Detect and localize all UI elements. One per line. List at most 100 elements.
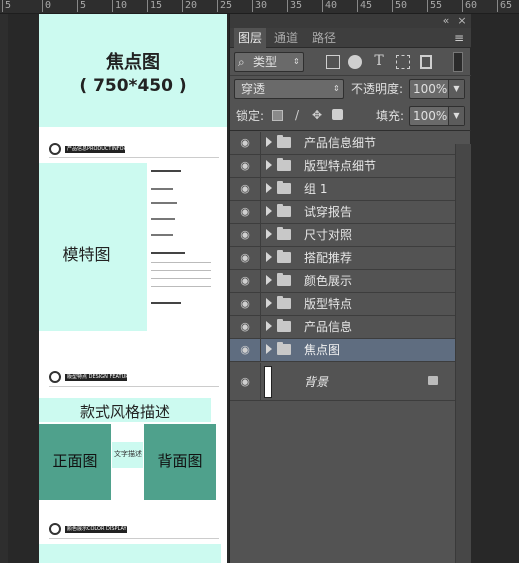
folder-icon	[277, 342, 291, 355]
section-header-text: 版型特点 DESIGN FEATURES	[67, 374, 136, 380]
layer-filter-select[interactable]: ⌕ 类型 ⇕	[234, 52, 304, 72]
layer-name: 试穿报告	[304, 205, 353, 219]
focus-size: ( 750*450 )	[79, 76, 187, 96]
ruler-tick: 5	[2, 0, 11, 12]
layer-name: 产品信息细节	[304, 136, 377, 150]
lock-icon	[428, 376, 438, 385]
adjust-filter-icon[interactable]	[348, 55, 362, 69]
eye-icon[interactable]: ◉	[238, 343, 252, 357]
tab-channels[interactable]: 通道	[270, 28, 302, 48]
layer-row-selected[interactable]: ◉ 焦点图	[230, 339, 455, 362]
expand-triangle-icon[interactable]	[266, 298, 272, 308]
ruler-tick: 15	[147, 0, 162, 12]
close-icon[interactable]: ×	[456, 14, 468, 28]
chevron-down-icon[interactable]: ▼	[448, 80, 464, 98]
color-display-placeholder	[39, 544, 221, 563]
layer-row[interactable]: ◉ 产品信息细节	[230, 132, 455, 155]
background-layer-row[interactable]: ◉ 背景	[230, 363, 455, 401]
eye-icon[interactable]: ◉	[238, 205, 252, 219]
horizontal-ruler: 5 0 5 10 15 20 25 30 35 40 45 50 55 60 6…	[0, 0, 519, 14]
eye-icon[interactable]: ◉	[238, 297, 252, 311]
folder-icon	[277, 135, 291, 148]
panel-tabs: 图层 通道 路径 ≡	[230, 28, 471, 48]
updown-arrows-icon: ⇕	[293, 57, 300, 66]
folder-icon	[277, 158, 291, 171]
layer-row[interactable]: ◉ 产品信息	[230, 316, 455, 339]
expand-triangle-icon[interactable]	[266, 206, 272, 216]
expand-triangle-icon[interactable]	[266, 344, 272, 354]
layer-row[interactable]: ◉ 颜色展示	[230, 270, 455, 293]
layer-name: 组 1	[304, 182, 328, 196]
expand-triangle-icon[interactable]	[266, 160, 272, 170]
eye-icon[interactable]: ◉	[238, 375, 252, 389]
image-filter-icon[interactable]	[326, 55, 340, 69]
ruler-tick: 65	[497, 0, 512, 12]
layer-row[interactable]: ◉ 组 1	[230, 178, 455, 201]
ruler-tick: 10	[112, 0, 127, 12]
ruler-tick: 5	[77, 0, 86, 12]
opacity-label: 不透明度:	[351, 82, 404, 96]
divider	[230, 130, 471, 131]
layer-name: 尺寸对照	[304, 228, 353, 242]
fill-input[interactable]: 100% ▼	[409, 106, 465, 126]
layer-row[interactable]: ◉ 版型特点细节	[230, 155, 455, 178]
chevron-down-icon[interactable]: ▼	[448, 107, 464, 125]
layer-name: 产品信息	[304, 320, 353, 334]
layer-row[interactable]: ◉ 搭配推荐	[230, 247, 455, 270]
smart-filter-icon[interactable]	[420, 55, 432, 69]
fill-value: 100%	[413, 109, 448, 123]
lock-label: 锁定:	[236, 109, 265, 123]
tab-paths[interactable]: 路径	[308, 28, 340, 48]
ruler-tick: 40	[322, 0, 337, 12]
eye-icon[interactable]: ◉	[238, 182, 252, 196]
front-label: 正面图	[52, 452, 98, 470]
ruler-tick: 50	[392, 0, 407, 12]
opacity-input[interactable]: 100% ▼	[409, 79, 465, 99]
scrollbar[interactable]	[455, 144, 471, 563]
blend-mode-select[interactable]: 穿透 ⇕	[234, 79, 344, 99]
eye-icon[interactable]: ◉	[238, 136, 252, 150]
expand-triangle-icon[interactable]	[266, 229, 272, 239]
collapse-icon[interactable]: «	[440, 14, 452, 28]
filter-toggle-switch[interactable]	[453, 52, 463, 72]
eye-icon[interactable]: ◉	[238, 320, 252, 334]
layer-name: 背景	[304, 375, 329, 389]
glasses-logo-icon	[49, 143, 61, 155]
lock-brush-icon[interactable]: /	[290, 108, 304, 122]
panel-dock: « × 图层 通道 路径 ≡ ⌕ 类型 ⇕ T 穿透 ⇕ 不透明度: 100%	[229, 14, 519, 563]
expand-triangle-icon[interactable]	[266, 275, 272, 285]
focus-image-placeholder: 焦点图 ( 750*450 )	[39, 14, 227, 127]
divider	[230, 75, 471, 76]
type-filter-icon[interactable]: T	[372, 54, 386, 68]
panel-menu-icon[interactable]: ≡	[451, 31, 467, 45]
document-canvas[interactable]: 焦点图 ( 750*450 ) 产品信息PRODUCTINFORMATION 模…	[39, 14, 227, 563]
layer-row[interactable]: ◉ 尺寸对照	[230, 224, 455, 247]
expand-triangle-icon[interactable]	[266, 321, 272, 331]
tab-layers[interactable]: 图层	[234, 28, 267, 48]
eye-icon[interactable]: ◉	[238, 159, 252, 173]
fill-label: 填充:	[376, 109, 405, 123]
eye-icon[interactable]: ◉	[238, 274, 252, 288]
folder-icon	[277, 319, 291, 332]
layers-panel: « × 图层 通道 路径 ≡ ⌕ 类型 ⇕ T 穿透 ⇕ 不透明度: 100%	[229, 14, 471, 563]
expand-triangle-icon[interactable]	[266, 183, 272, 193]
shape-filter-icon[interactable]	[396, 55, 410, 69]
layer-row[interactable]: ◉ 版型特点	[230, 293, 455, 316]
expand-triangle-icon[interactable]	[266, 137, 272, 147]
search-icon: ⌕	[238, 55, 245, 69]
folder-icon	[277, 273, 291, 286]
model-image-placeholder: 模特图	[39, 163, 147, 331]
updown-arrows-icon: ⇕	[333, 84, 340, 93]
opacity-value: 100%	[413, 82, 448, 96]
eye-icon[interactable]: ◉	[238, 228, 252, 242]
glasses-logo-icon	[49, 371, 61, 383]
eye-icon[interactable]: ◉	[238, 251, 252, 265]
layer-name: 颜色展示	[304, 274, 353, 288]
ruler-tick: 60	[462, 0, 477, 12]
front-image-placeholder: 正面图	[39, 424, 111, 500]
layer-row[interactable]: ◉ 试穿报告	[230, 201, 455, 224]
expand-triangle-icon[interactable]	[266, 252, 272, 262]
lock-all-icon[interactable]	[332, 109, 343, 120]
lock-move-icon[interactable]: ✥	[310, 108, 324, 122]
lock-transparent-icon[interactable]	[272, 110, 283, 121]
